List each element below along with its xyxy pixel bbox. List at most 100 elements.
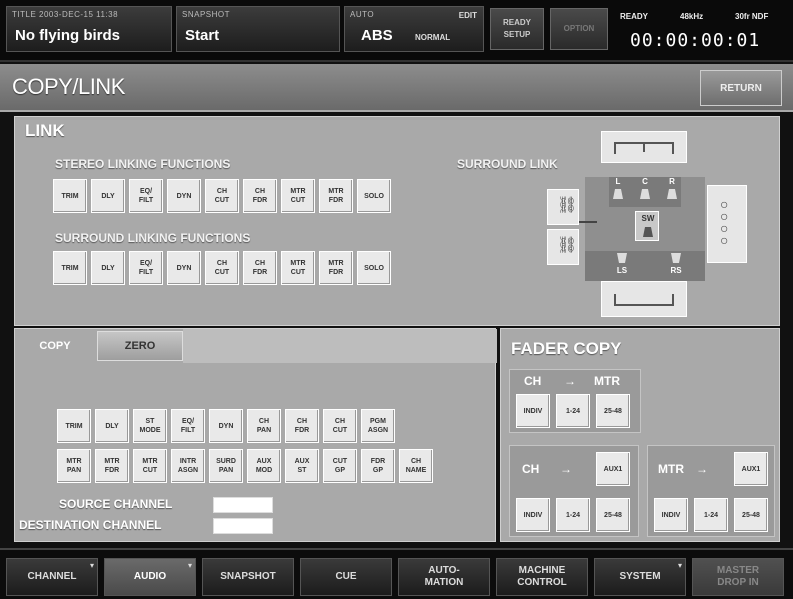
stereo-ch-fdr-button[interactable]: CH FDR [243,179,277,213]
ch-aux-indiv-button[interactable]: INDIV [516,498,550,532]
ch-mtr-1-24-button[interactable]: 1-24 [556,394,590,428]
ch-to-mtr-group: CH → MTR INDIV 1-24 25-48 [509,369,641,433]
snapshot-display[interactable]: SNAPSHOT Start [176,6,340,52]
nav-channel-button[interactable]: CHANNEL ▾ [6,558,98,596]
copy-mtr-pan-button[interactable]: MTR PAN [57,449,91,483]
stereo-mtr-cut-button[interactable]: MTR CUT [281,179,315,213]
tab-strip [183,329,497,363]
nav-master-drop-in-button[interactable]: MASTER DROP IN [692,558,784,596]
speaker-ls-icon [617,253,627,263]
sample-rate: 48kHz [680,12,704,21]
automation-display[interactable]: AUTO EDIT ABS NORMAL [344,6,484,52]
timecode-display: 00:00:00:01 [630,30,761,51]
chain-left-rear-icon: ⛓ [557,237,578,254]
submenu-indicator-icon: ▾ [187,561,192,570]
copy-pgm-asgn-button[interactable]: PGM ASGN [361,409,395,443]
copy-mtr-fdr-button[interactable]: MTR FDR [95,449,129,483]
subwoofer-button[interactable]: SW [635,211,659,241]
mtr-aux-indiv-button[interactable]: INDIV [654,498,688,532]
left-link-button[interactable]: ⛓ [547,189,579,225]
ch-to-mtr-dest: MTR [594,374,620,388]
right-link-button[interactable]: ○ ○ ○ ○ [707,185,747,263]
speaker-r-label: R [669,177,675,186]
surround-solo-button[interactable]: SOLO [357,251,391,285]
title-display[interactable]: TITLE 2003-DEC-15 11:38 No flying birds [6,6,172,52]
copy-trim-button[interactable]: TRIM [57,409,91,443]
nav-system-button[interactable]: SYSTEM ▾ [594,558,686,596]
ch-aux-25-48-button[interactable]: 25-48 [596,498,630,532]
mtr-aux-select-button[interactable]: AUX1 [734,452,768,486]
nav-label: AUDIO [133,571,167,582]
surround-ch-fdr-button[interactable]: CH FDR [243,251,277,285]
surround-mtr-cut-button[interactable]: MTR CUT [281,251,315,285]
ch-aux-1-24-button[interactable]: 1-24 [556,498,590,532]
stereo-solo-button[interactable]: SOLO [357,179,391,213]
ch-to-aux-source: CH [522,462,540,476]
speaker-ls-label: LS [616,266,628,275]
copy-eq-filt-button[interactable]: EQ/ FILT [171,409,205,443]
copy-surd-pan-button[interactable]: SURD PAN [209,449,243,483]
copy-cut-gp-button[interactable]: CUT GP [323,449,357,483]
copy-dly-button[interactable]: DLY [95,409,129,443]
nav-label: SYSTEM [619,571,661,582]
copy-intr-asgn-button[interactable]: INTR ASGN [171,449,205,483]
nav-audio-button[interactable]: AUDIO ▾ [104,558,196,596]
auto-label: AUTO [350,10,375,19]
ch-mtr-25-48-button[interactable]: 25-48 [596,394,630,428]
auto-edit: EDIT [458,11,477,20]
link-title: LINK [25,121,65,140]
copy-mtr-cut-button[interactable]: MTR CUT [133,449,167,483]
ch-to-aux-group: CH → AUX1 INDIV 1-24 25-48 [509,445,639,537]
speaker-layout: L C R SW LS RS [585,177,705,281]
auto-value: ABS [361,27,393,44]
link-panel: LINK STEREO LINKING FUNCTIONS TRIM DLY EQ/… [14,116,780,326]
mtr-aux-1-24-button[interactable]: 1-24 [694,498,728,532]
surround-mtr-fdr-button[interactable]: MTR FDR [319,251,353,285]
stereo-dly-button[interactable]: DLY [91,179,125,213]
stereo-trim-button[interactable]: TRIM [53,179,87,213]
surround-eq-filt-button[interactable]: EQ/ FILT [129,251,163,285]
surround-trim-button[interactable]: TRIM [53,251,87,285]
nav-auto-mation-button[interactable]: AUTO- MATION [398,558,490,596]
surround-ch-cut-button[interactable]: CH CUT [205,251,239,285]
mtr-aux-25-48-button[interactable]: 25-48 [734,498,768,532]
front-link-button[interactable] [601,131,687,163]
rear-link-button[interactable] [601,281,687,317]
copy-fdr-gp-button[interactable]: FDR GP [361,449,395,483]
copy-st-mode-button[interactable]: ST MODE [133,409,167,443]
snapshot-value: Start [185,27,220,44]
nav-machine-control-button[interactable]: MACHINE CONTROL [496,558,588,596]
copy-ch-name-button[interactable]: CH NAME [399,449,433,483]
left-rear-link-button[interactable]: ⛓ [547,229,579,265]
snapshot-label: SNAPSHOT [182,10,231,19]
stereo-dyn-button[interactable]: DYN [167,179,201,213]
nav-cue-button[interactable]: CUE [300,558,392,596]
ch-mtr-indiv-button[interactable]: INDIV [516,394,550,428]
option-button[interactable]: OPTION [550,8,608,50]
ready-setup-button[interactable]: READY SETUP [490,8,544,50]
page-title: COPY/LINK [12,74,125,99]
surround-dyn-button[interactable]: DYN [167,251,201,285]
surround-dly-button[interactable]: DLY [91,251,125,285]
copy-ch-fdr-button[interactable]: CH FDR [285,409,319,443]
copy-ch-cut-button[interactable]: CH CUT [323,409,357,443]
stereo-ch-cut-button[interactable]: CH CUT [205,179,239,213]
tab-zero[interactable]: ZERO [97,331,183,361]
front-center-mark [643,142,645,152]
tab-copy[interactable]: COPY [15,329,95,363]
nav-snapshot-button[interactable]: SNAPSHOT [202,558,294,596]
title-value: No flying birds [15,27,120,44]
source-channel-field[interactable] [213,497,273,513]
copy-aux-st-button[interactable]: AUX ST [285,449,319,483]
destination-channel-field[interactable] [213,518,273,534]
ch-aux-select-button[interactable]: AUX1 [596,452,630,486]
copy-ch-pan-button[interactable]: CH PAN [247,409,281,443]
source-channel-label: SOURCE CHANNEL [59,497,173,511]
nav-label: MASTER DROP IN [716,565,760,588]
copy-dyn-button[interactable]: DYN [209,409,243,443]
return-button[interactable]: RETURN [700,70,782,106]
copy-aux-mod-button[interactable]: AUX MOD [247,449,281,483]
stereo-eq-filt-button[interactable]: EQ/ FILT [129,179,163,213]
stereo-mtr-fdr-button[interactable]: MTR FDR [319,179,353,213]
speaker-sw-icon [643,227,653,237]
